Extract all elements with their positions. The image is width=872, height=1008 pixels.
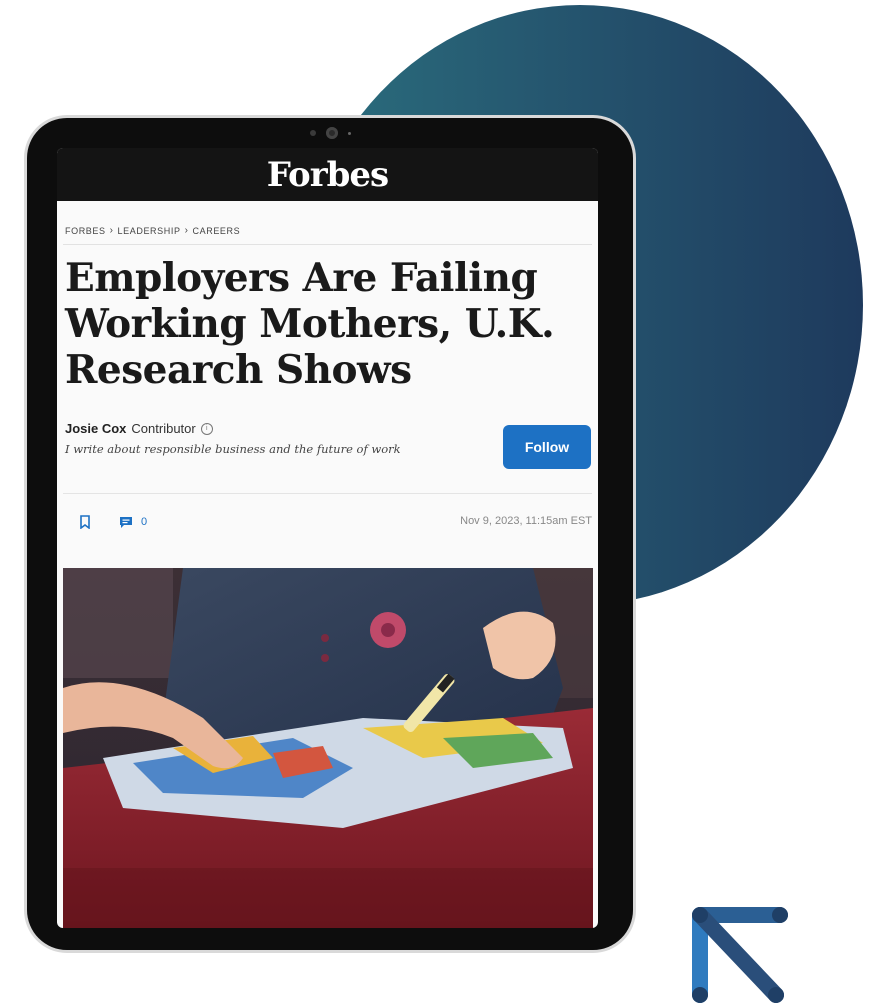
breadcrumb-separator: › [109,225,114,236]
tablet-frame: Forbes FORBES › LEADERSHIP › CAREERS Emp… [27,118,633,950]
author-name[interactable]: Josie Cox [65,421,126,436]
masthead: Forbes [57,148,598,201]
author-role: Contributor [131,421,196,436]
info-icon[interactable]: i [200,422,213,435]
article-hero-image[interactable] [63,568,593,928]
bookmark-button[interactable] [79,515,91,529]
divider [63,493,592,494]
comments-button[interactable]: 0 [119,516,147,529]
breadcrumb-separator: › [184,225,189,236]
comment-count: 0 [141,516,148,528]
breadcrumb-item-careers[interactable]: CAREERS [193,226,241,236]
breadcrumb-item-forbes[interactable]: FORBES [65,226,106,236]
camera-bar [27,126,633,140]
forbes-logo[interactable]: Forbes [267,155,389,195]
breadcrumb: FORBES › LEADERSHIP › CAREERS [65,225,598,236]
headline-line: Research Shows [65,347,412,393]
article-headline: Employers Are Failing Working Mothers, U… [65,255,588,393]
author-block: Josie Cox Contributor i I write about re… [65,421,598,473]
tablet-screen: Forbes FORBES › LEADERSHIP › CAREERS Emp… [57,148,598,928]
article-actions: 0 Nov 9, 2023, 11:15am EST [79,512,598,532]
headline-line: Working Mothers, U.K. [65,301,555,347]
divider [63,244,592,245]
hero-photo [63,568,593,928]
sensor-dot [347,131,351,135]
follow-button[interactable]: Follow [503,425,591,469]
bookmark-icon [80,515,90,529]
publish-date: Nov 9, 2023, 11:15am EST [460,515,592,527]
headline-line: Employers Are Failing [65,255,538,301]
comment-icon [120,516,132,528]
camera-icon [325,127,338,139]
arrow-logo-icon [692,907,788,1003]
breadcrumb-item-leadership[interactable]: LEADERSHIP [118,226,181,236]
sensor-dot [309,130,316,136]
